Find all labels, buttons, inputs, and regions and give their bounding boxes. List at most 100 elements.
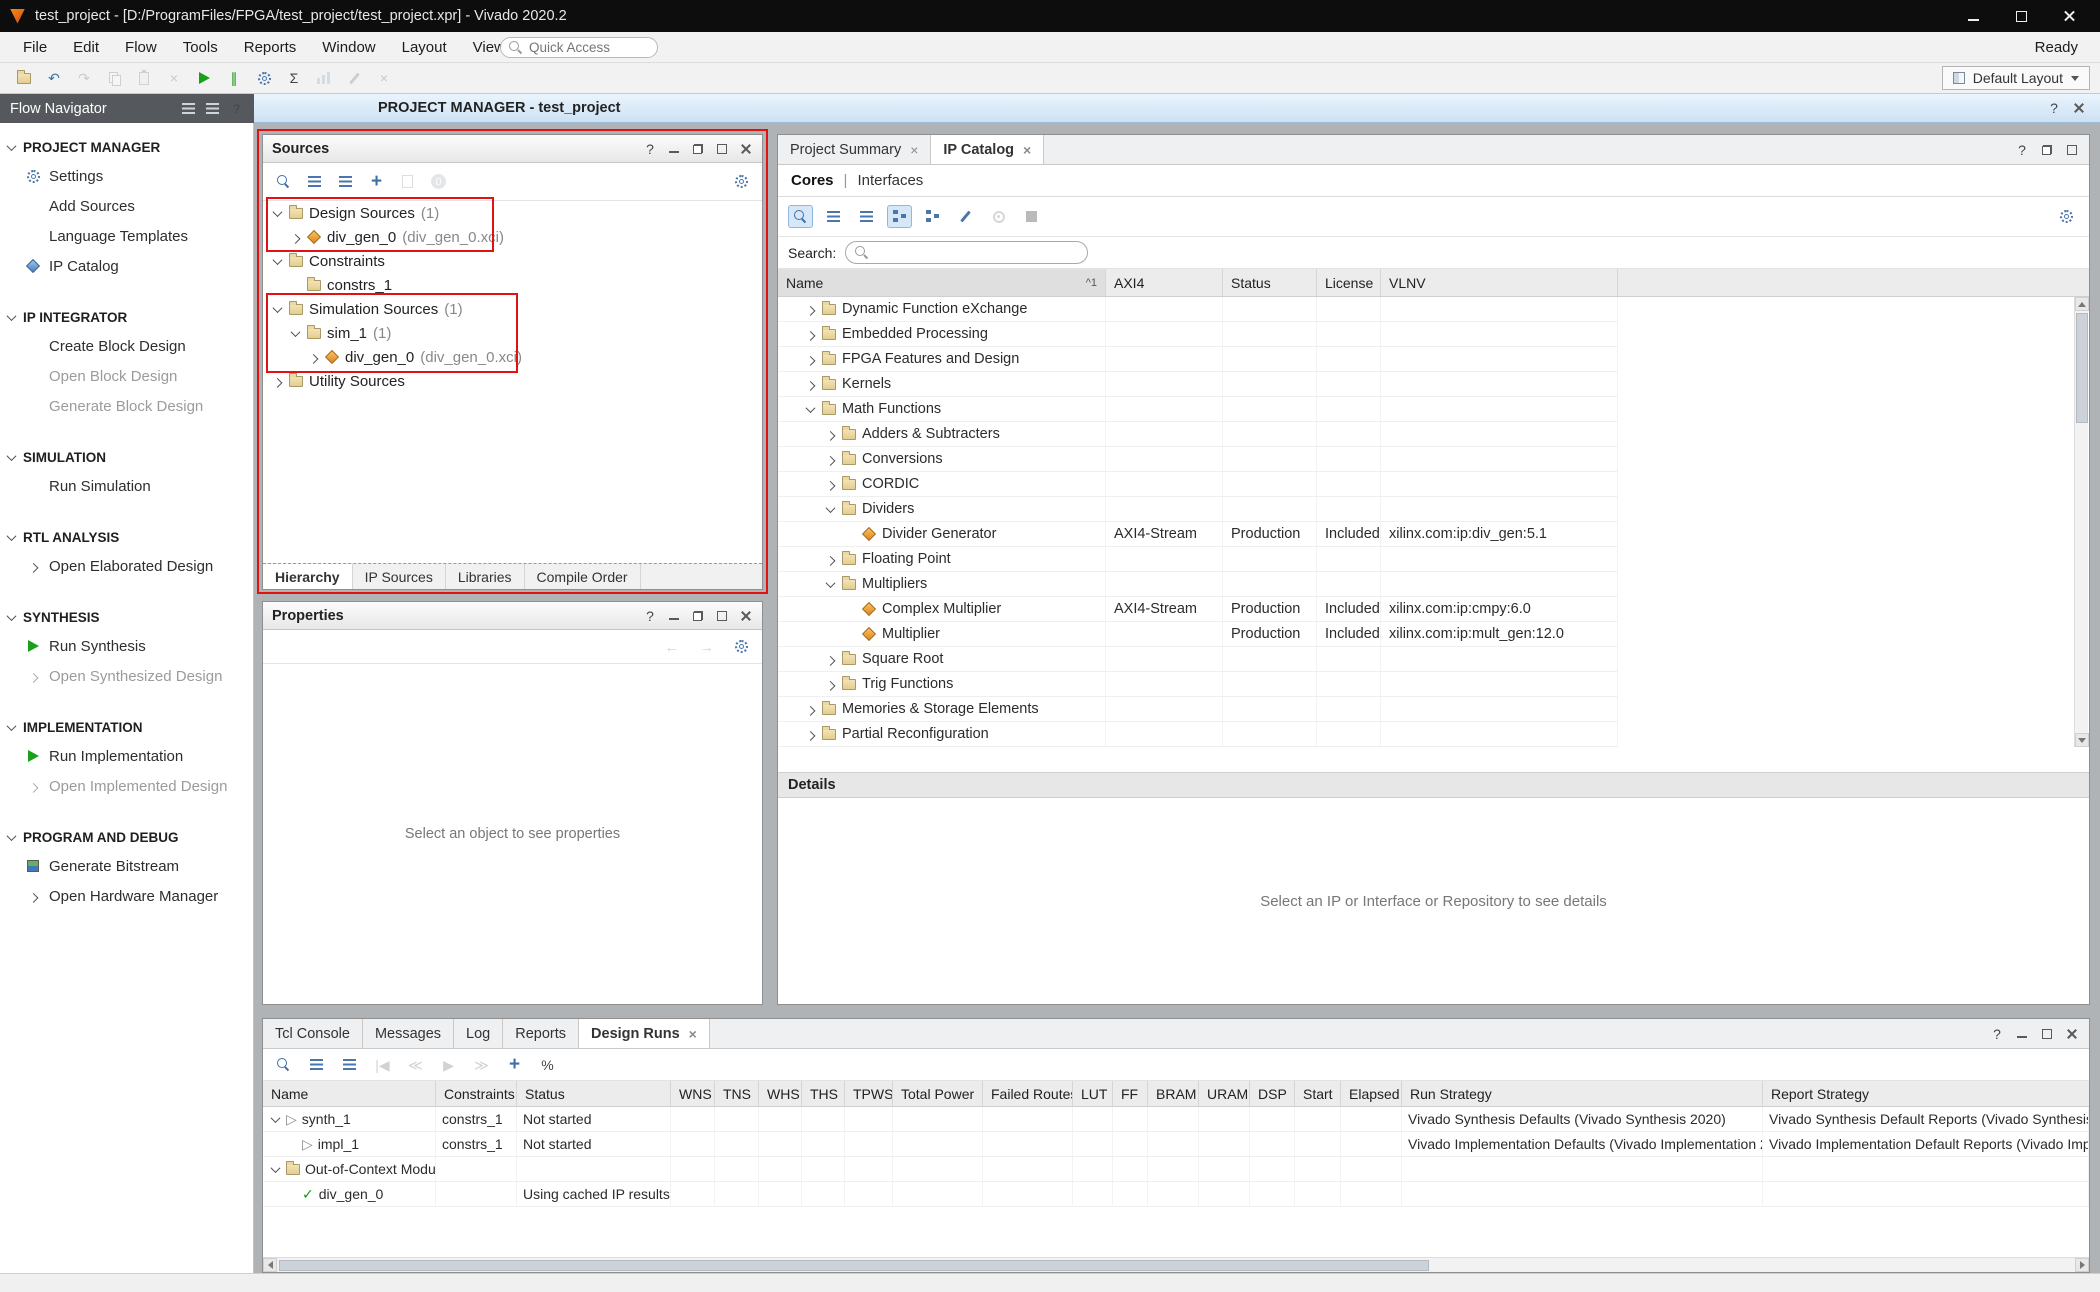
runs-run-selected-button[interactable]: ▶ xyxy=(436,1053,461,1076)
sources-float-button[interactable] xyxy=(691,142,705,156)
expander-down[interactable] xyxy=(824,581,836,588)
nav-item-generate-bitstream[interactable]: Generate Bitstream xyxy=(0,851,253,881)
source-tree-item-sim-1[interactable]: sim_1(1) xyxy=(263,321,762,345)
runs-expand-all-button[interactable] xyxy=(337,1053,362,1076)
properties-float-button[interactable] xyxy=(691,609,705,623)
ip-tree-item-math-functions[interactable]: Math Functions xyxy=(778,397,2089,422)
ip-add-ip-button[interactable] xyxy=(920,205,945,228)
nav-item-create-block-design[interactable]: Create Block Design xyxy=(0,331,253,361)
runs-collapse-all-button[interactable] xyxy=(304,1053,329,1076)
properties-minimize-button[interactable] xyxy=(667,609,681,623)
expander-down[interactable] xyxy=(804,406,816,413)
horizontal-scrollbar[interactable] xyxy=(263,1257,2089,1272)
runs-column-header-lut[interactable]: LUT xyxy=(1073,1081,1113,1106)
subtab-interfaces[interactable]: Interfaces xyxy=(857,172,923,189)
runs-column-header-report-strategy[interactable]: Report Strategy xyxy=(1763,1081,2089,1106)
ip-tree-item-memories-storage-elements[interactable]: Memories & Storage Elements xyxy=(778,697,2089,722)
document-tab-project-summary[interactable]: Project Summary× xyxy=(778,135,931,164)
ip-tree-item-adders-subtracters[interactable]: Adders & Subtracters xyxy=(778,422,2089,447)
nav-section-header-simulation[interactable]: SIMULATION xyxy=(0,443,253,471)
runs-column-header-elapsed[interactable]: Elapsed xyxy=(1341,1081,1402,1106)
runs-column-header-ths[interactable]: THS xyxy=(802,1081,845,1106)
expander-right[interactable] xyxy=(824,681,836,688)
ip-expand-all-button[interactable] xyxy=(854,205,879,228)
sources-search-button[interactable] xyxy=(271,170,296,193)
runs-column-header-total-power[interactable]: Total Power xyxy=(893,1081,983,1106)
ip-collapse-all-button[interactable] xyxy=(821,205,846,228)
sources-tab-libraries[interactable]: Libraries xyxy=(446,564,525,589)
step-button[interactable]: ∥ xyxy=(220,65,248,91)
sources-help-button[interactable]: ? xyxy=(643,142,657,156)
ip-tree-item-conversions[interactable]: Conversions xyxy=(778,447,2089,472)
nav-item-open-implemented-design[interactable]: Open Implemented Design xyxy=(0,771,253,801)
properties-close-button[interactable] xyxy=(739,609,753,623)
results-tab-log[interactable]: Log xyxy=(454,1019,503,1048)
expander-right[interactable] xyxy=(824,556,836,563)
run-row-synth-1[interactable]: ▷synth_1constrs_1Not startedVivado Synth… xyxy=(263,1107,2089,1132)
runs-create-runs-button[interactable]: + xyxy=(502,1053,527,1076)
scrollbar-thumb[interactable] xyxy=(2076,313,2088,423)
expander-right[interactable] xyxy=(804,331,816,338)
sources-expand-all-button[interactable] xyxy=(333,170,358,193)
expander-down[interactable] xyxy=(824,506,836,513)
properties-help-button[interactable]: ? xyxy=(643,609,657,623)
sources-collapse-all-button[interactable] xyxy=(302,170,327,193)
properties-properties-settings-button[interactable] xyxy=(729,635,754,658)
ip-column-header-vlnv[interactable]: VLNV xyxy=(1381,269,1618,296)
expander-down[interactable] xyxy=(269,1116,281,1123)
sources-tab-ip-sources[interactable]: IP Sources xyxy=(353,564,446,589)
nav-item-settings[interactable]: Settings xyxy=(0,161,253,191)
settings-button[interactable] xyxy=(250,65,278,91)
runs-show-percentage-button[interactable]: % xyxy=(535,1053,560,1076)
ip-panel-float-button[interactable] xyxy=(2040,143,2054,157)
runs-column-header-bram[interactable]: BRAM xyxy=(1148,1081,1199,1106)
sources-message-count-badge-button[interactable]: 0 xyxy=(426,170,451,193)
ip-ip-catalog-settings-button[interactable] xyxy=(2054,205,2079,228)
context-header-help-button[interactable]: ? xyxy=(2047,101,2061,115)
nav-section-header-program-and-debug[interactable]: PROGRAM AND DEBUG xyxy=(0,823,253,851)
nav-item-open-synthesized-design[interactable]: Open Synthesized Design xyxy=(0,661,253,691)
ip-tree-item-complex-multiplier[interactable]: Complex MultiplierAXI4-StreamProductionI… xyxy=(778,597,2089,622)
runs-column-header-constraints[interactable]: Constraints xyxy=(436,1081,517,1106)
flow-help-button[interactable]: ? xyxy=(229,101,244,116)
ip-target-device-button[interactable] xyxy=(986,205,1011,228)
report-chart-button[interactable] xyxy=(310,65,338,91)
ip-column-header-status[interactable]: Status xyxy=(1223,269,1317,296)
menu-item-flow[interactable]: Flow xyxy=(112,35,170,60)
ip-tree-item-dividers[interactable]: Dividers xyxy=(778,497,2089,522)
source-tree-item-div-gen-0[interactable]: div_gen_0(div_gen_0.xci) xyxy=(263,225,762,249)
nav-item-ip-catalog[interactable]: IP Catalog xyxy=(0,251,253,281)
nav-item-add-sources[interactable]: Add Sources xyxy=(0,191,253,221)
sources-sources-settings-button[interactable] xyxy=(729,170,754,193)
scroll-up-button[interactable] xyxy=(2075,297,2089,311)
expander-right[interactable] xyxy=(824,656,836,663)
expander-right[interactable] xyxy=(804,706,816,713)
redo-button[interactable]: ↷ xyxy=(70,65,98,91)
properties-next-object-button[interactable]: → xyxy=(694,635,719,658)
nav-section-header-ip-integrator[interactable]: IP INTEGRATOR xyxy=(0,303,253,331)
run-row-div-gen-0[interactable]: ✓div_gen_0Using cached IP results xyxy=(263,1182,2089,1207)
ip-column-header-license[interactable]: License xyxy=(1317,269,1381,296)
menu-item-layout[interactable]: Layout xyxy=(389,35,460,60)
sources-close-button[interactable] xyxy=(739,142,753,156)
ip-cancel-search-button[interactable] xyxy=(1019,205,1044,228)
expander-right[interactable] xyxy=(289,234,301,241)
results-tab-messages[interactable]: Messages xyxy=(363,1019,454,1048)
expander-right[interactable] xyxy=(824,431,836,438)
runs-fast-forward-button[interactable]: ≫ xyxy=(469,1053,494,1076)
ip-tree-item-floating-point[interactable]: Floating Point xyxy=(778,547,2089,572)
sources-add-sources-button[interactable]: + xyxy=(364,170,389,193)
runs-column-header-tns[interactable]: TNS xyxy=(715,1081,759,1106)
nav-item-open-elaborated-design[interactable]: Open Elaborated Design xyxy=(0,551,253,581)
nav-item-open-hardware-manager[interactable]: Open Hardware Manager xyxy=(0,881,253,911)
nav-item-generate-block-design[interactable]: Generate Block Design xyxy=(0,391,253,421)
run-button[interactable] xyxy=(190,65,218,91)
nav-item-run-synthesis[interactable]: Run Synthesis xyxy=(0,631,253,661)
runs-column-header-name[interactable]: Name xyxy=(263,1081,436,1106)
document-tab-ip-catalog[interactable]: IP Catalog× xyxy=(931,135,1044,164)
runs-column-header-failed-routes[interactable]: Failed Routes xyxy=(983,1081,1073,1106)
runs-column-header-tpws[interactable]: TPWS xyxy=(845,1081,893,1106)
ip-group-by-category-button[interactable] xyxy=(887,205,912,228)
expander-down[interactable] xyxy=(271,306,283,313)
expander-right[interactable] xyxy=(271,378,283,385)
